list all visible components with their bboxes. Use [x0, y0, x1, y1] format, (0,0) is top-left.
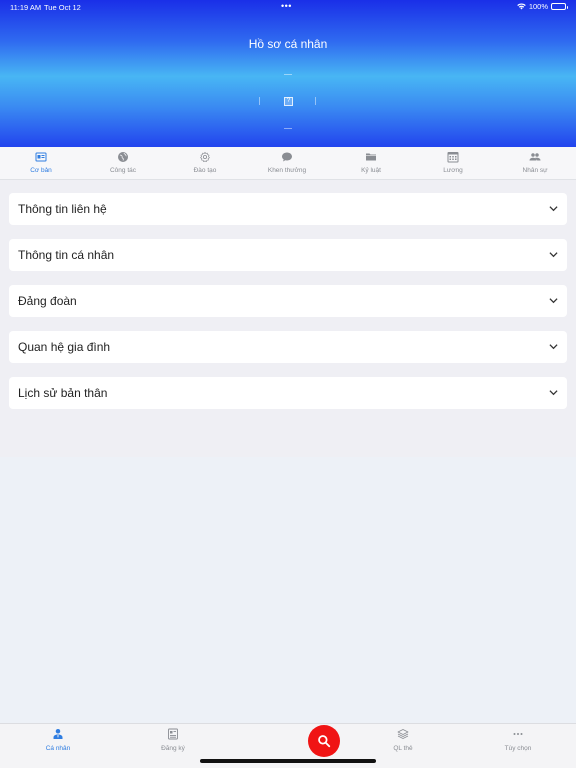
profile-tabs: Cơ bản Công tác Đào tạo Khen thưởng Kỷ l…: [0, 147, 576, 180]
tab-co-ban[interactable]: Cơ bản: [0, 147, 82, 180]
nav-ql-the[interactable]: QL thẻ: [358, 724, 448, 764]
nav-tuy-chon[interactable]: Tùy chọn: [473, 724, 563, 764]
multitasking-dots[interactable]: •••: [281, 1, 292, 11]
tab-label: Cơ bản: [30, 167, 52, 174]
tab-label: Đào tạo: [193, 167, 217, 174]
status-right: 100%: [517, 2, 568, 11]
chevron-down-icon: [549, 206, 558, 212]
folder-icon: [366, 153, 376, 161]
section-lich-su-ban-than[interactable]: Lịch sử bản thân: [9, 377, 567, 409]
page-title: Hồ sơ cá nhân: [248, 37, 328, 51]
nav-label: Tùy chọn: [504, 745, 532, 752]
divider: [259, 97, 260, 105]
profile-header: 11:19 AM Tue Oct 12 ••• 100% Hồ sơ cá nh…: [0, 0, 576, 147]
chat-bubble-icon: [282, 152, 292, 162]
section-dang-doan[interactable]: Đảng đoàn: [9, 285, 567, 317]
tab-dao-tao[interactable]: Đào tạo: [164, 147, 246, 180]
tab-khen-thuong[interactable]: Khen thưởng: [246, 147, 328, 180]
tab-ky-luat[interactable]: Kỷ luật: [330, 147, 412, 180]
tab-label: Lương: [443, 167, 463, 174]
section-thong-tin-lien-he[interactable]: Thông tin liên hệ: [9, 193, 567, 225]
status-date: Tue Oct 12: [44, 3, 81, 12]
section-quan-he-gia-dinh[interactable]: Quan hệ gia đình: [9, 331, 567, 363]
people-icon: [529, 153, 541, 161]
section-thong-tin-ca-nhan[interactable]: Thông tin cá nhân: [9, 239, 567, 271]
person-icon: [53, 729, 63, 739]
tab-label: Nhân sự: [522, 167, 548, 174]
section-title: Quan hệ gia đình: [18, 340, 111, 354]
section-title: Đảng đoàn: [18, 294, 77, 308]
layers-icon: [397, 729, 409, 739]
chevron-down-icon: [549, 390, 558, 396]
chevron-down-icon: [549, 298, 558, 304]
section-title: Lịch sử bản thân: [18, 386, 108, 400]
status-time: 11:19 AM: [10, 3, 42, 12]
tab-label: Kỷ luật: [361, 167, 381, 174]
chevron-down-icon: [549, 344, 558, 350]
chevron-down-icon: [549, 252, 558, 258]
more-dots-icon: [513, 733, 523, 735]
status-bar: 11:19 AM Tue Oct 12 ••• 100%: [0, 0, 576, 14]
id-card-icon: [35, 152, 47, 162]
section-title: Thông tin cá nhân: [18, 248, 115, 262]
wifi-icon: [517, 3, 526, 10]
divider: [284, 74, 292, 75]
section-title: Thông tin liên hệ: [18, 202, 107, 216]
divider: [315, 97, 316, 105]
globe-icon: [118, 152, 128, 162]
nav-label: QL thẻ: [393, 745, 413, 752]
search-icon: [318, 735, 331, 748]
battery-percent: 100%: [528, 2, 548, 11]
tab-label: Công tác: [109, 167, 137, 174]
divider: [284, 128, 292, 129]
calendar-icon: [447, 152, 459, 163]
tab-nhan-su[interactable]: Nhân sự: [494, 147, 576, 180]
avatar[interactable]: ?: [284, 97, 293, 106]
gear-icon: [200, 151, 210, 162]
nav-label: Đăng ký: [161, 745, 185, 752]
nav-label: Cá nhân: [45, 745, 71, 752]
battery-icon: [551, 3, 568, 10]
register-form-icon: [168, 728, 178, 740]
nav-ca-nhan[interactable]: Cá nhân: [13, 724, 103, 764]
tab-label: Khen thưởng: [267, 167, 307, 174]
home-indicator[interactable]: [200, 759, 376, 763]
tab-luong[interactable]: Lương: [412, 147, 494, 180]
nav-dang-ky[interactable]: Đăng ký: [128, 724, 218, 764]
tab-cong-tac[interactable]: Công tác: [82, 147, 164, 180]
search-button[interactable]: [308, 725, 340, 757]
